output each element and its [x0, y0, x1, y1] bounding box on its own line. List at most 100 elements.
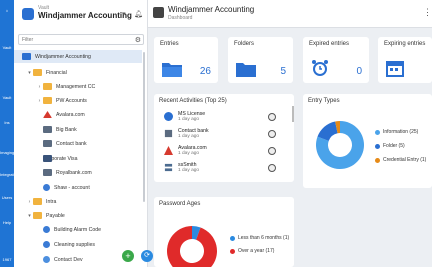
tree-item-cleaning-supplies[interactable]: Cleaning supplies: [14, 238, 142, 251]
tree-item-contact-bank[interactable]: Contact bank: [14, 137, 142, 150]
legend-label: Information (25): [383, 129, 419, 135]
rail-item-users[interactable]: Users: [0, 195, 14, 200]
activity-time: 1 day ago: [178, 117, 200, 122]
avalara-logo-icon: [43, 111, 52, 118]
tree-item-avalara[interactable]: Avalara.com: [14, 108, 142, 121]
more-options-icon[interactable]: ⋮: [423, 7, 432, 18]
password-ages-title: Password Ages: [159, 201, 201, 207]
card-expiring[interactable]: Expiring entries: [378, 37, 432, 83]
gear-icon[interactable]: ⚙: [135, 36, 141, 44]
activity-time: 1 day ago: [178, 134, 200, 139]
chevron-down-icon[interactable]: ▾: [122, 10, 126, 18]
tree-item-big-bank[interactable]: Big Bank: [14, 123, 142, 136]
rail-item-ins[interactable]: Ins: [0, 120, 14, 125]
pie-slice-over-a-year: [167, 226, 217, 267]
folder-icon: [33, 198, 42, 205]
vault-tree: Windjammer Accounting ▾ Financial › Mana…: [14, 50, 142, 267]
card-label: Entries: [160, 41, 179, 47]
chevron-right-icon[interactable]: ›: [36, 98, 43, 104]
rail-item-vault-2[interactable]: Vault: [0, 95, 14, 100]
tree-item-payable[interactable]: ▾ Payable: [14, 209, 142, 222]
bank-icon: [43, 126, 52, 133]
tree-item-pw-accounts[interactable]: › PW Accounts: [14, 94, 142, 107]
tree-item-label: Shaw - account: [54, 184, 90, 191]
folder-icon: [33, 212, 42, 219]
vault-title[interactable]: Windjammer Accounting: [38, 11, 132, 20]
folder-open-icon: [162, 63, 182, 77]
bank-icon: [164, 129, 173, 138]
tree-item-building-alarm[interactable]: Building Alarm Code: [14, 223, 142, 236]
tree-item-label: Cleaning supplies: [54, 241, 95, 248]
legend-item-information: Information (25): [375, 129, 418, 135]
user-avatar: [268, 147, 276, 155]
card-label: Expiring entries: [384, 41, 426, 47]
rail-item-integration[interactable]: Integration: [0, 172, 19, 177]
bank-icon: [43, 140, 52, 147]
user-avatar: [268, 130, 276, 138]
tree-item-label: Contact Dev: [54, 256, 83, 263]
user-avatar: [268, 164, 276, 172]
folder-icon: [33, 69, 42, 76]
activities-scrollbar[interactable]: [292, 106, 294, 122]
user-icon: [43, 256, 50, 263]
tree-item-label: Financial: [46, 69, 67, 76]
legend-swatch: [375, 129, 380, 135]
globe-icon: [43, 184, 50, 191]
chevron-down-icon[interactable]: ▾: [26, 213, 33, 219]
add-entry-button[interactable]: +: [122, 250, 134, 262]
dashboard: Windjammer Accounting Dashboard ⋮ Entrie…: [148, 0, 432, 267]
tree-item-royalbank[interactable]: Royalbank.com: [14, 166, 142, 179]
activity-time: 1 day ago: [178, 168, 200, 173]
legend-label: Folder (5): [383, 143, 405, 149]
card-folders[interactable]: Folders 5: [228, 37, 293, 83]
tree-scrollbar[interactable]: [143, 52, 145, 202]
legend-label: Less than 6 months (1): [238, 235, 290, 241]
filter-input[interactable]: [19, 35, 129, 44]
entries-count: 26: [199, 66, 211, 77]
vault-panel: Vault Windjammer Accounting ▾ 🔔︎ ⚙ Windj…: [14, 0, 153, 267]
legend-swatch: [230, 248, 235, 254]
activity-item[interactable]: Avalara.com 1 day ago: [164, 144, 286, 158]
entry-types-chart: [316, 121, 364, 169]
password-ages-chart: [167, 226, 217, 267]
tree-item-label: Intra: [46, 198, 57, 205]
legend-swatch: [375, 157, 380, 163]
rail-item-help[interactable]: Help: [0, 220, 14, 225]
chevron-right-icon[interactable]: ›: [26, 199, 33, 205]
entry-types-title: Entry Types: [308, 98, 340, 104]
tree-item-root[interactable]: Windjammer Accounting: [14, 50, 142, 63]
folder-icon: [43, 97, 52, 104]
legend-item-over-year: Over a year (17): [230, 248, 274, 254]
alarm-clock-icon: [312, 60, 328, 76]
card-label: Expired entries: [309, 41, 350, 47]
legend-swatch: [230, 235, 235, 241]
recent-activities-title: Recent Activities (Top 25): [159, 98, 227, 104]
card-label: Folders: [234, 41, 255, 47]
license-icon: [164, 112, 173, 121]
rail-item-vault[interactable]: Vault: [0, 45, 14, 50]
tree-item-corporate-visa[interactable]: Corporate Visa: [14, 152, 142, 165]
card-entries[interactable]: Entries 26: [154, 37, 218, 83]
activity-item[interactable]: MS License 1 day ago: [164, 110, 286, 124]
server-icon: [164, 163, 173, 172]
card-expired[interactable]: Expired entries 0: [303, 37, 369, 83]
tree-item-intra[interactable]: › Intra: [14, 195, 142, 208]
left-rail: ⌂ Vault Vault Ins Imaging Integration Us…: [0, 0, 19, 267]
activity-item[interactable]: ssSmith 1 day ago: [164, 161, 286, 175]
home-icon[interactable]: ⌂: [0, 8, 14, 13]
chevron-right-icon[interactable]: ›: [36, 84, 43, 90]
tree-item-shaw[interactable]: Shaw - account: [14, 181, 142, 194]
tree-item-label: Royalbank.com: [56, 169, 92, 176]
activity-item[interactable]: Contact bank 1 day ago: [164, 127, 286, 141]
tree-item-financial[interactable]: ▾ Financial: [14, 66, 142, 79]
tree-item-management-cc[interactable]: › Management CC: [14, 80, 142, 93]
legend-swatch: [375, 143, 380, 149]
recent-activities-panel: Recent Activities (Top 25) MS License 1 …: [154, 94, 294, 182]
bell-icon[interactable]: 🔔︎: [134, 10, 143, 18]
chevron-down-icon[interactable]: ▾: [26, 70, 33, 76]
tree-item-label: Payable: [46, 212, 65, 219]
vault-header: Vault Windjammer Accounting ▾ 🔔︎: [14, 0, 147, 30]
rail-item-imaging[interactable]: Imaging: [0, 150, 14, 155]
avalara-logo-icon: [164, 146, 173, 155]
bank-icon: [43, 169, 52, 176]
